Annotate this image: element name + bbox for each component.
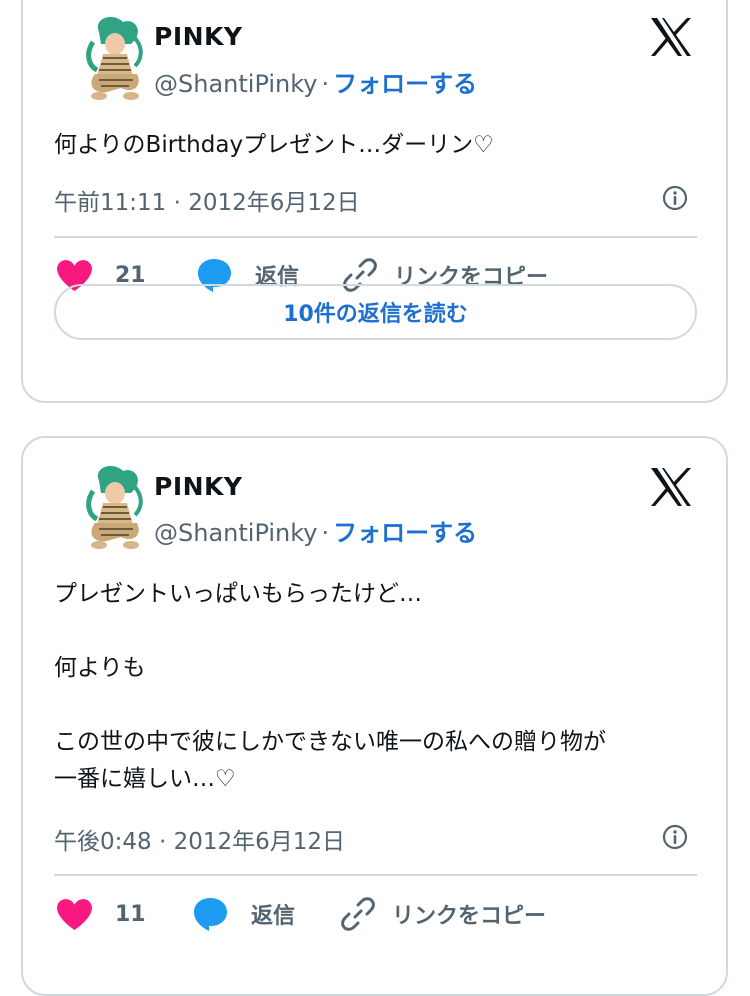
separator: · — [321, 519, 330, 547]
reply-label: 返信 — [251, 904, 296, 929]
tweet-text: プレゼントいっぱいもらったけど… 何よりも この世の中で彼にしかできない唯一の私… — [54, 576, 606, 798]
separator: · — [321, 70, 330, 98]
like-count: 11 — [115, 902, 146, 927]
tweet-text-line: 何よりも — [54, 655, 146, 681]
reply-button[interactable]: 返信 — [191, 896, 295, 932]
tweet-text: 何よりのBirthdayプレゼント…ダーリン♡ — [54, 127, 494, 164]
handle[interactable]: @ShantiPinky — [154, 519, 318, 547]
x-logo-icon[interactable] — [649, 467, 693, 507]
tweet-text-line: プレゼントいっぱいもらったけど… — [54, 581, 422, 607]
handle[interactable]: @ShantiPinky — [154, 70, 318, 98]
follow-link[interactable]: フォローする — [333, 70, 477, 98]
handle-line: @ShantiPinky · フォローする — [154, 64, 477, 99]
tweet-card: PINKY @ShantiPinky · フォローする 何よりのBirthdayプレ… — [21, 0, 728, 403]
copy-link-label: リンクをコピー — [392, 904, 547, 929]
timestamp[interactable]: 午後0:48 · 2012年6月12日 — [54, 822, 345, 856]
tweet-text-line: 何よりのBirthdayプレゼント…ダーリン♡ — [54, 132, 494, 158]
avatar[interactable] — [73, 463, 157, 551]
read-replies-button[interactable]: 10件の返信を読む — [54, 284, 697, 340]
info-icon[interactable] — [662, 824, 688, 850]
link-icon — [341, 897, 375, 931]
tweet-text-blank-line — [54, 687, 606, 724]
divider — [54, 874, 697, 876]
info-icon[interactable] — [662, 185, 688, 211]
like-button[interactable]: 11 — [56, 898, 146, 931]
display-name[interactable]: PINKY — [154, 472, 243, 501]
display-name[interactable]: PINKY — [154, 22, 243, 51]
timestamp[interactable]: 午前11:11 · 2012年6月12日 — [54, 183, 360, 217]
tweet-card: PINKY @ShantiPinky · フォローする プレゼントいっぱいもらったけ… — [21, 436, 728, 996]
avatar[interactable] — [73, 14, 157, 102]
heart-icon — [57, 899, 92, 930]
tweet-text-blank-line — [54, 613, 606, 650]
speech-bubble-icon — [194, 898, 227, 931]
copy-link-button[interactable]: リンクをコピー — [341, 897, 546, 931]
handle-line: @ShantiPinky · フォローする — [154, 513, 477, 548]
tweet-text-line: この世の中で彼にしかできない唯一の私への贈り物が — [54, 729, 606, 755]
x-logo-icon[interactable] — [649, 17, 693, 57]
divider — [54, 236, 697, 238]
follow-link[interactable]: フォローする — [333, 519, 477, 547]
tweet-text-line: 一番に嬉しい…♡ — [54, 766, 236, 792]
